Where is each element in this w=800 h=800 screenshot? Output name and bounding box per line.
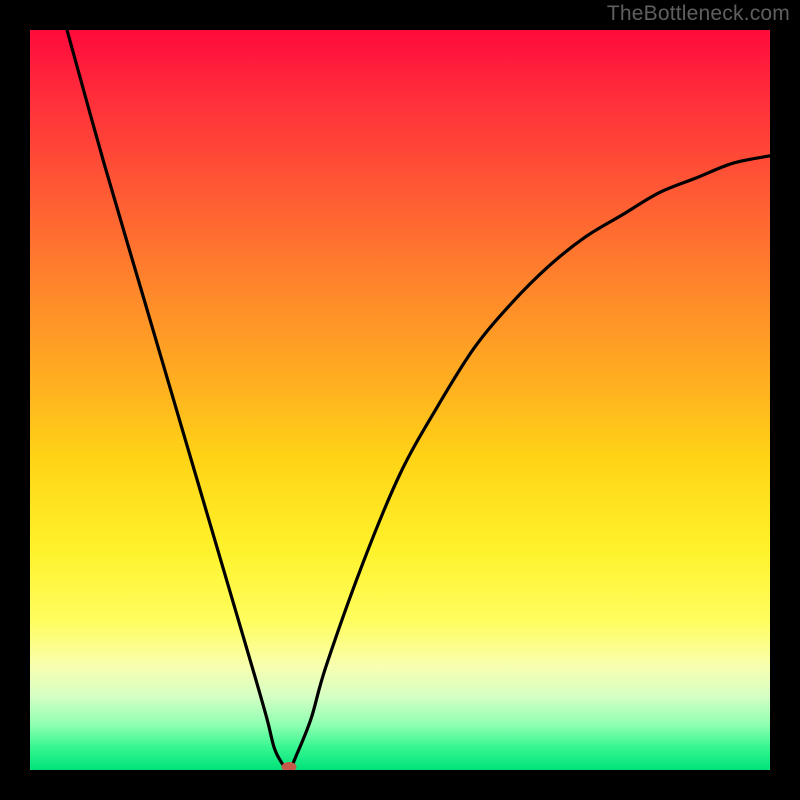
bottleneck-curve [67,30,770,770]
plot-area [30,30,770,770]
curve-overlay [30,30,770,770]
chart-frame: TheBottleneck.com [0,0,800,800]
watermark-text: TheBottleneck.com [607,2,790,26]
